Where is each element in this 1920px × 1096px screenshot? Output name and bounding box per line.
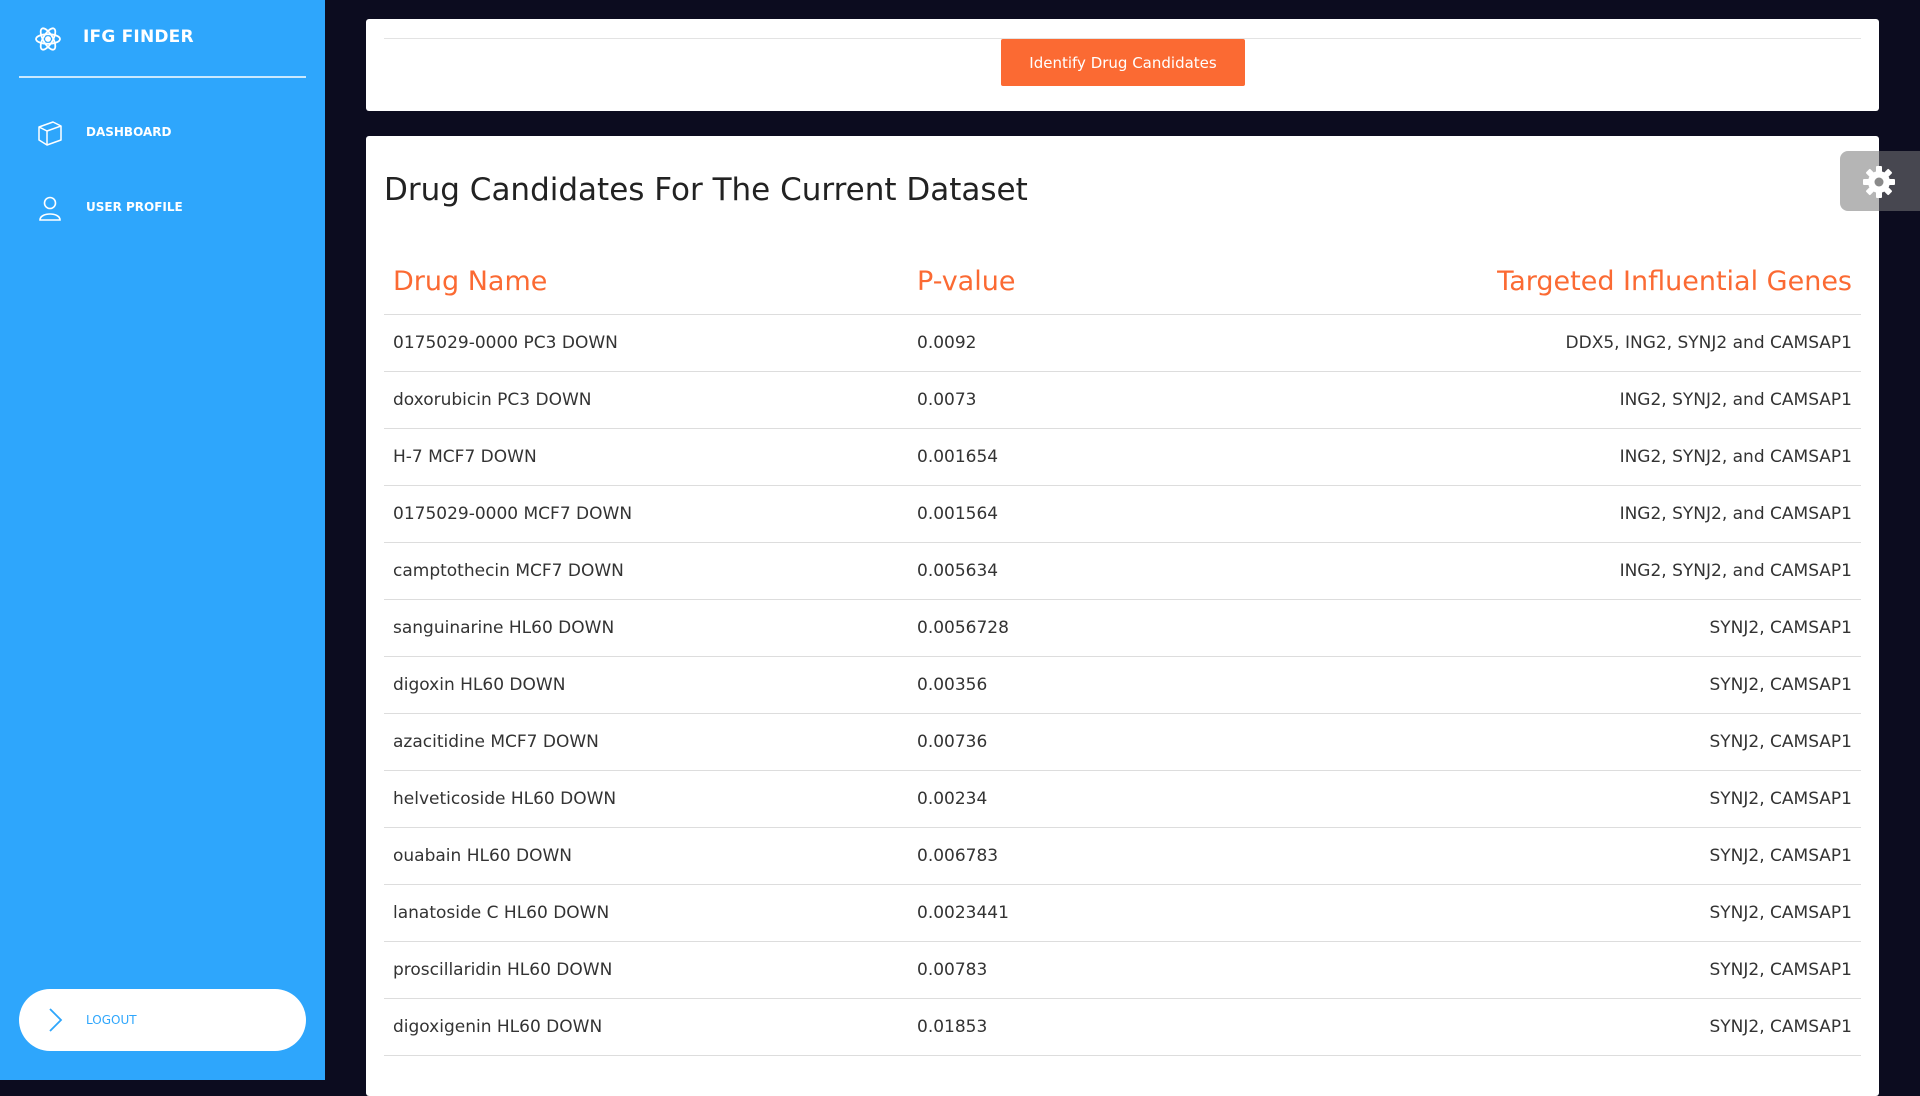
table-row: digoxigenin HL60 DOWN 0.01853 SYNJ2, CAMSA… — [384, 998, 1861, 1056]
cell-drug-name: camptothecin MCF7 DOWN — [384, 542, 908, 600]
results-card: Drug Candidates For The Current Dataset … — [366, 136, 1879, 1096]
table-row: camptothecin MCF7 DOWN 0.005634 ING2, SYNJ… — [384, 542, 1861, 600]
cell-targeted-genes: SYNJ2, CAMSAP1 — [1476, 998, 1861, 1056]
cell-targeted-genes: SYNJ2, CAMSAP1 — [1476, 770, 1861, 828]
sidebar-item-label: DASHBOARD — [86, 125, 172, 139]
cell-targeted-genes: SYNJ2, CAMSAP1 — [1476, 599, 1861, 657]
table-header-row: Drug Name P-value Targeted Influential G… — [384, 250, 1861, 315]
table-row: azacitidine MCF7 DOWN 0.00736 SYNJ2, CAMSA… — [384, 713, 1861, 771]
cell-targeted-genes: ING2, SYNJ2, and CAMSAP1 — [1476, 542, 1861, 600]
table-row: lanatoside C HL60 DOWN 0.0023441 SYNJ2, CA… — [384, 884, 1861, 942]
cell-p-value: 0.001654 — [908, 428, 1476, 486]
table-row: sanguinarine HL60 DOWN 0.0056728 SYNJ2, CA… — [384, 599, 1861, 657]
identify-drug-candidates-button[interactable]: Identify Drug Candidates — [1001, 39, 1245, 86]
user-icon — [36, 194, 64, 222]
cell-p-value: 0.0092 — [908, 314, 1476, 372]
sidebar-item-label: USER PROFILE — [86, 200, 183, 214]
settings-button[interactable] — [1840, 151, 1920, 211]
table-row: H-7 MCF7 DOWN 0.001654 ING2, SYNJ2, and CA… — [384, 428, 1861, 486]
cell-targeted-genes: ING2, SYNJ2, and CAMSAP1 — [1476, 485, 1861, 543]
cell-drug-name: digoxigenin HL60 DOWN — [384, 998, 908, 1056]
cell-drug-name: H-7 MCF7 DOWN — [384, 428, 908, 486]
table-row: digoxin HL60 DOWN 0.00356 SYNJ2, CAMSAP1 — [384, 656, 1861, 714]
column-header-p-value: P-value — [908, 250, 1476, 315]
cell-targeted-genes: ING2, SYNJ2, and CAMSAP1 — [1476, 371, 1861, 429]
cell-p-value: 0.005634 — [908, 542, 1476, 600]
cell-targeted-genes: SYNJ2, CAMSAP1 — [1476, 656, 1861, 714]
table-row: helveticoside HL60 DOWN 0.00234 SYNJ2, CAM… — [384, 770, 1861, 828]
cell-drug-name: proscillaridin HL60 DOWN — [384, 941, 908, 999]
sidebar-item-dashboard[interactable]: DASHBOARD — [19, 105, 306, 161]
chevron-right-icon — [41, 1006, 69, 1034]
cell-drug-name: lanatoside C HL60 DOWN — [384, 884, 908, 942]
cell-targeted-genes: SYNJ2, CAMSAP1 — [1476, 827, 1861, 885]
cell-p-value: 0.00356 — [908, 656, 1476, 714]
cell-drug-name: azacitidine MCF7 DOWN — [384, 713, 908, 771]
cell-drug-name: 0175029-0000 MCF7 DOWN — [384, 485, 908, 543]
cell-p-value: 0.00234 — [908, 770, 1476, 828]
logout-label: LOGOUT — [86, 1013, 137, 1027]
cell-p-value: 0.006783 — [908, 827, 1476, 885]
cell-p-value: 0.001564 — [908, 485, 1476, 543]
actions-card: Identify Drug Candidates — [366, 19, 1879, 111]
cell-targeted-genes: ING2, SYNJ2, and CAMSAP1 — [1476, 428, 1861, 486]
drug-candidates-table: Drug Name P-value Targeted Influential G… — [384, 250, 1861, 1056]
cell-drug-name: 0175029-0000 PC3 DOWN — [384, 314, 908, 372]
cell-p-value: 0.00736 — [908, 713, 1476, 771]
brand-title: IFG FINDER — [83, 27, 194, 47]
atom-icon — [34, 25, 62, 53]
card-title: Drug Candidates For The Current Dataset — [384, 172, 1028, 208]
cell-drug-name: helveticoside HL60 DOWN — [384, 770, 908, 828]
sidebar-item-user-profile[interactable]: USER PROFILE — [19, 180, 306, 236]
column-header-drug-name: Drug Name — [384, 250, 908, 315]
sidebar: IFG FINDER DASHBOARD USER PROFILE LOGOUT — [0, 0, 325, 1080]
table-row: ouabain HL60 DOWN 0.006783 SYNJ2, CAMSAP1 — [384, 827, 1861, 885]
table-row: 0175029-0000 PC3 DOWN 0.0092 DDX5, ING2, S… — [384, 314, 1861, 372]
table-row: doxorubicin PC3 DOWN 0.0073 ING2, SYNJ2, a… — [384, 371, 1861, 429]
cell-targeted-genes: SYNJ2, CAMSAP1 — [1476, 941, 1861, 999]
cell-targeted-genes: SYNJ2, CAMSAP1 — [1476, 884, 1861, 942]
cell-targeted-genes: DDX5, ING2, SYNJ2 and CAMSAP1 — [1476, 314, 1861, 372]
table-row: proscillaridin HL60 DOWN 0.00783 SYNJ2, CA… — [384, 941, 1861, 999]
cell-p-value: 0.01853 — [908, 998, 1476, 1056]
gear-icon — [1863, 166, 1895, 198]
cell-drug-name: doxorubicin PC3 DOWN — [384, 371, 908, 429]
cell-p-value: 0.0056728 — [908, 599, 1476, 657]
cell-drug-name: sanguinarine HL60 DOWN — [384, 599, 908, 657]
cell-p-value: 0.00783 — [908, 941, 1476, 999]
cube-icon — [36, 119, 64, 147]
logout-button[interactable]: LOGOUT — [19, 989, 306, 1051]
table-row: 0175029-0000 MCF7 DOWN 0.001564 ING2, SYNJ… — [384, 485, 1861, 543]
cell-p-value: 0.0073 — [908, 371, 1476, 429]
cell-drug-name: digoxin HL60 DOWN — [384, 656, 908, 714]
column-header-targeted-genes: Targeted Influential Genes — [1476, 250, 1861, 315]
cell-targeted-genes: SYNJ2, CAMSAP1 — [1476, 713, 1861, 771]
brand[interactable]: IFG FINDER — [19, 0, 306, 78]
cell-p-value: 0.0023441 — [908, 884, 1476, 942]
table-body: 0175029-0000 PC3 DOWN 0.0092 DDX5, ING2, S… — [384, 314, 1861, 1056]
cell-drug-name: ouabain HL60 DOWN — [384, 827, 908, 885]
